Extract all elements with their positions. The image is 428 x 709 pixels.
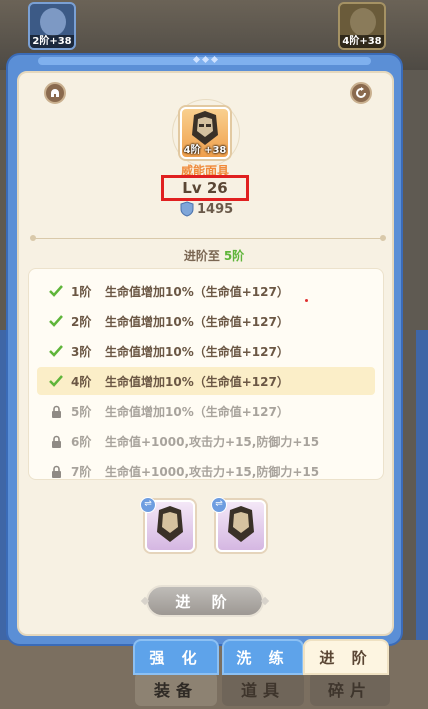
stage-description: 生命值+1000,攻击力+15,防御力+15 (105, 464, 320, 479)
stage-label: 4阶 (71, 374, 92, 389)
list-item: 2阶 生命值增加10%（生命值+127） (37, 307, 375, 335)
check-icon (45, 375, 67, 387)
tab-enhance[interactable]: 强 化 (133, 639, 219, 675)
stage-label: 5阶 (71, 404, 92, 419)
stage-description: 生命值增加10%（生命值+127） (105, 314, 289, 329)
bottom-tab-items[interactable]: 道具 (222, 672, 304, 706)
bottom-tab-fragments[interactable]: 碎片 (310, 672, 390, 706)
section-divider (30, 235, 386, 241)
list-item: 7阶 生命值+1000,攻击力+15,防御力+15 (37, 457, 375, 479)
stage-description: 生命值增加10%（生命值+127） (105, 284, 289, 299)
swap-icon[interactable]: ⇌ (211, 497, 227, 513)
tab-refine[interactable]: 洗 练 (222, 639, 304, 675)
background-equip-slot-left: 2阶+38 (28, 2, 76, 50)
stage-label: 1阶 (71, 284, 92, 299)
list-item-current: 4阶 生命值增加10%（生命值+127） (37, 367, 375, 395)
stage-description: 生命值增加10%（生命值+127） (105, 374, 289, 389)
stage-label: 6阶 (71, 434, 92, 449)
refresh-icon[interactable] (350, 82, 372, 104)
lock-icon (45, 435, 67, 448)
tab-advance[interactable]: 进 阶 (303, 639, 389, 675)
lock-icon (45, 405, 67, 418)
check-icon (45, 345, 67, 357)
stage-label: 7阶 (71, 464, 92, 479)
list-item: 5阶 生命值增加10%（生命值+127） (37, 397, 375, 425)
stage-label: 3阶 (71, 344, 92, 359)
advance-label: 进阶至 (183, 249, 220, 263)
marker-dot (305, 299, 308, 302)
advance-target: 5阶 (223, 249, 245, 263)
list-item: 3阶 生命值增加10%（生命值+127） (37, 337, 375, 365)
stage-description: 生命值增加10%（生命值+127） (105, 344, 289, 359)
sword-icon (40, 8, 66, 36)
item-level: Lv 26 (182, 179, 228, 197)
check-icon (45, 315, 67, 327)
advance-target-line: 进阶至 5阶 (0, 247, 428, 264)
stage-description: 生命值+1000,攻击力+15,防御力+15 (105, 434, 320, 449)
helmet-icon[interactable] (44, 82, 66, 104)
list-item: 6阶 生命值+1000,攻击力+15,防御力+15 (37, 427, 375, 455)
list-item: 1阶 生命值增加10%（生命值+127） (37, 277, 375, 305)
lock-icon (45, 465, 67, 478)
helmet-icon (350, 8, 376, 36)
stage-list[interactable]: 1阶 生命值增加10%（生命值+127） 2阶 生命值增加10%（生命值+127… (28, 268, 384, 480)
slot-right-label: 4阶+38 (340, 35, 384, 48)
advance-button[interactable]: 进 阶 (146, 585, 264, 617)
slot-left-label: 2阶+38 (30, 35, 74, 48)
background-side-right (416, 330, 428, 660)
power-value: 1495 (197, 201, 234, 217)
background-equip-slot-right: 4阶+38 (338, 2, 386, 50)
power-display: 1495 (180, 200, 233, 218)
item-badge: 4阶 +38 (183, 145, 227, 156)
item-icon[interactable]: 4阶 +38 (180, 107, 230, 159)
bottom-tab-equipment[interactable]: 装备 (135, 672, 217, 706)
shield-icon (180, 201, 194, 217)
check-icon (45, 285, 67, 297)
swap-icon[interactable]: ⇌ (140, 497, 156, 513)
panel-top-ornament (190, 52, 220, 66)
level-highlight-box: Lv 26 (161, 175, 249, 201)
mask-icon (192, 111, 218, 145)
stage-label: 2阶 (71, 314, 92, 329)
stage-description: 生命值增加10%（生命值+127） (105, 404, 289, 419)
